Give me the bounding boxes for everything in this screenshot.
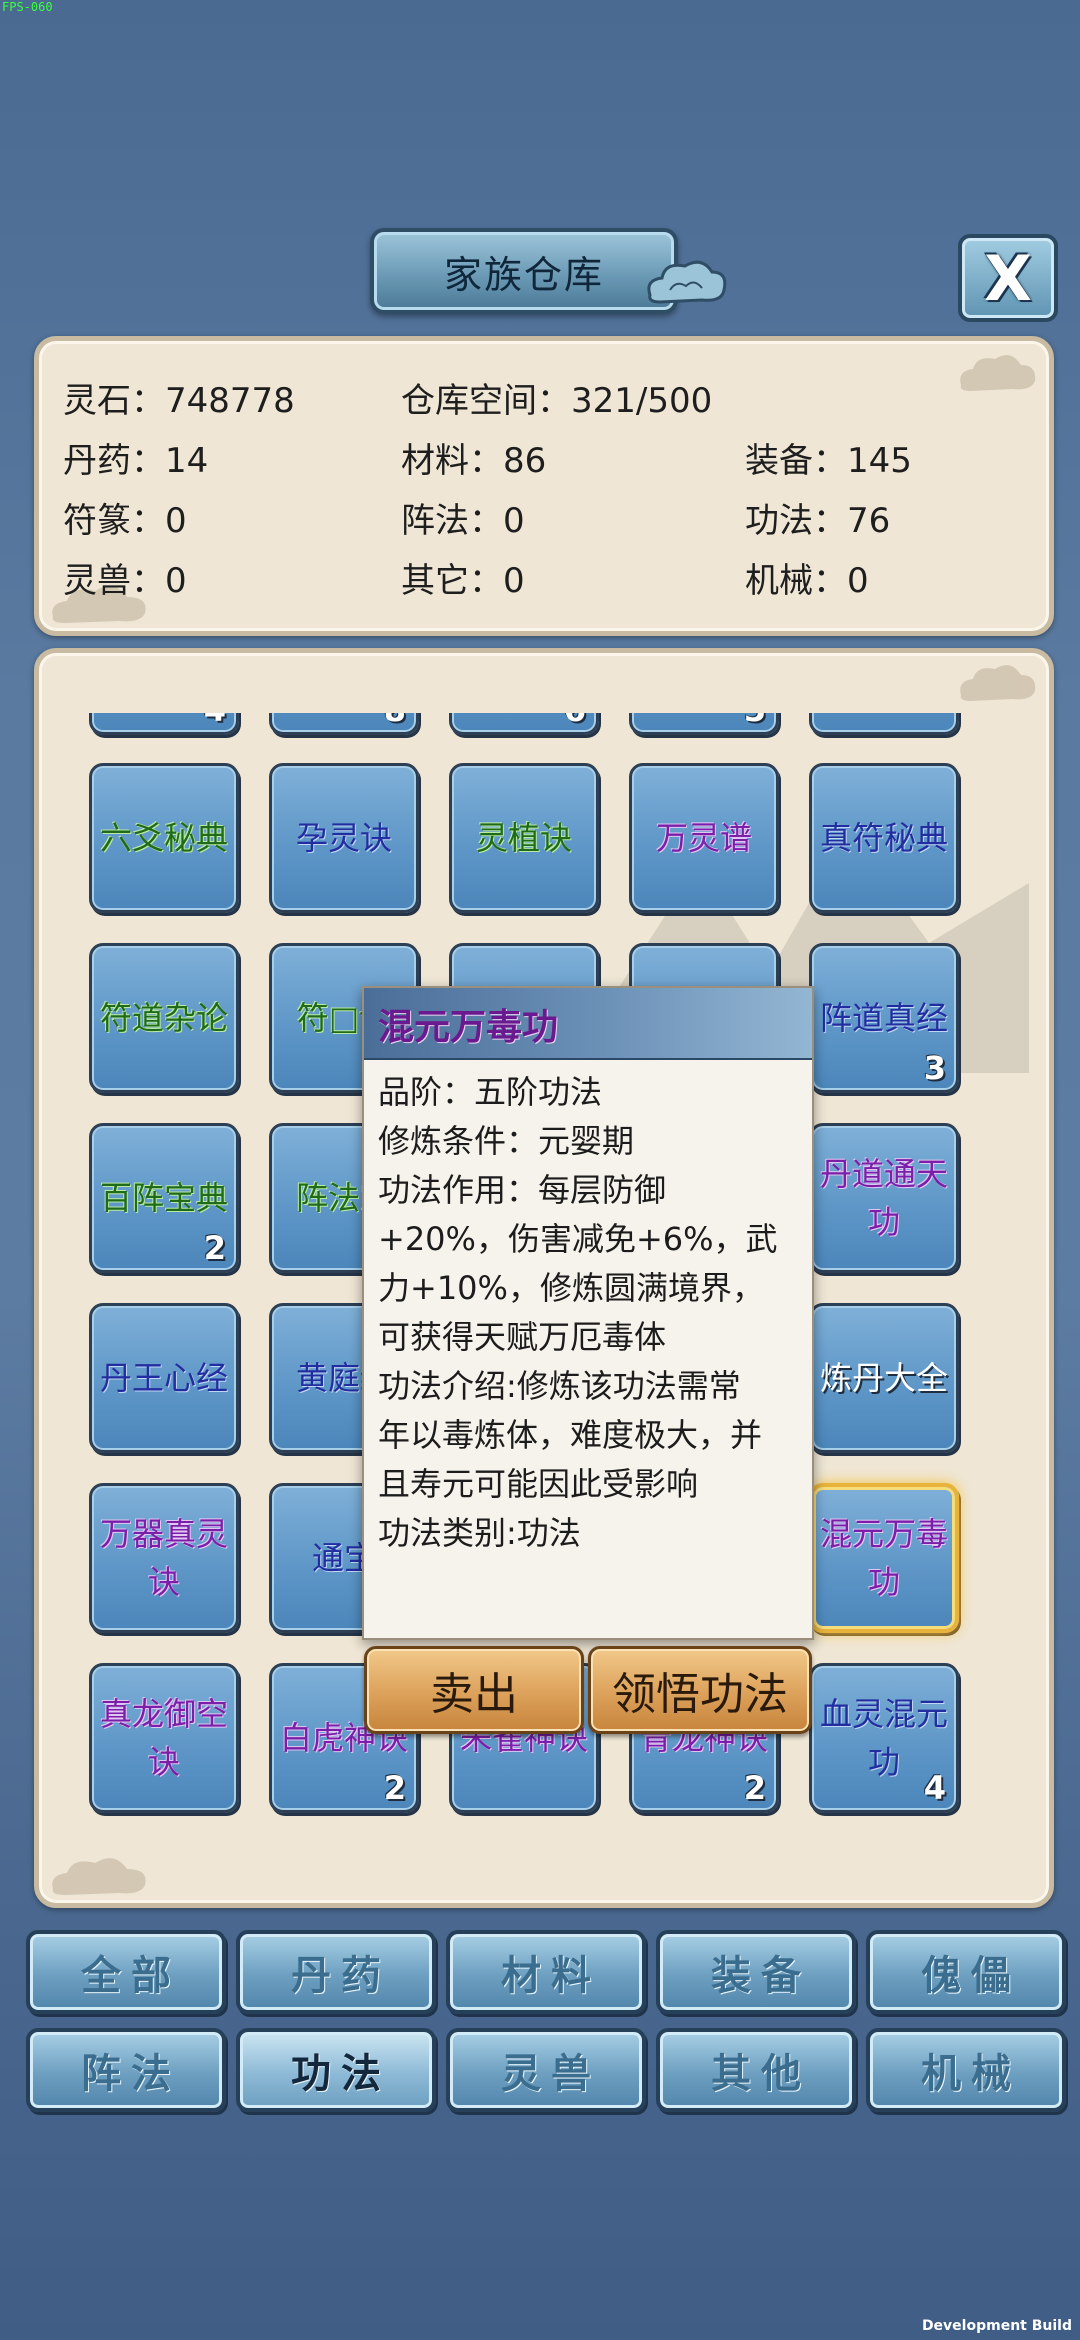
tab-row2-3[interactable]: 其他 — [656, 2028, 856, 2112]
item-slot[interactable]: 灵植诀 — [449, 763, 599, 913]
build-label: Development Build — [921, 2318, 1072, 2334]
fps-counter: FPS-060 — [2, 0, 53, 14]
tooltip-title: 混元万毒功 — [378, 1007, 559, 1048]
stat-techniques: 功法：76 — [745, 501, 891, 541]
cloud-ornament-icon — [960, 355, 1036, 391]
item-count: 6 — [564, 713, 586, 730]
cloud-ornament-icon — [647, 260, 727, 304]
tooltip-line: 年以毒炼体，难度极大，并 — [378, 1416, 763, 1454]
item-slot-partial[interactable]: 4 — [89, 713, 239, 735]
storage-stats-panel: 灵石：748778 仓库空间：321/500 丹药：14 材料：86 装备：14… — [34, 336, 1054, 636]
item-slot[interactable]: 孕灵诀 — [269, 763, 419, 913]
item-slot[interactable]: 万灵谱 — [629, 763, 779, 913]
sell-button[interactable]: 卖出 — [364, 1646, 584, 1734]
stat-storage-space: 仓库空间：321/500 — [401, 381, 713, 421]
item-count: 2 — [203, 1229, 226, 1267]
tooltip-header: 混元万毒功 — [364, 988, 812, 1060]
item-slot[interactable]: 万器真灵诀 — [89, 1483, 239, 1633]
tooltip-line: 功法类别:功法 — [378, 1514, 581, 1552]
stat-beasts: 灵兽：0 — [63, 561, 187, 601]
stat-talismans: 符篆：0 — [63, 501, 187, 541]
item-slot-partial[interactable] — [809, 713, 959, 735]
close-button[interactable]: X — [958, 234, 1058, 322]
item-slot[interactable]: 真龙御空诀 — [89, 1663, 239, 1813]
stat-materials: 材料：86 — [401, 441, 547, 481]
item-slot[interactable]: 真符秘典 — [809, 763, 959, 913]
item-slot[interactable]: 混元万毒功 — [809, 1483, 959, 1633]
item-name: 丹王心经 — [99, 1359, 228, 1397]
stat-formations: 阵法：0 — [401, 501, 525, 541]
item-slot[interactable]: 丹道通天功 — [809, 1123, 959, 1273]
tab-row1-1[interactable]: 丹药 — [236, 1930, 436, 2014]
item-name: 六爻秘典 — [99, 819, 228, 857]
tab-row2-2[interactable]: 灵兽 — [446, 2028, 646, 2112]
tooltip-description: 品阶：五阶功法 修炼条件：元婴期 功法作用：每层防御 +20%，伤害减免+6%，武 力+… — [378, 1068, 800, 1558]
item-slot[interactable]: 丹王心经 — [89, 1303, 239, 1453]
item-count: 5 — [744, 713, 766, 730]
cloud-ornament-icon — [52, 1858, 146, 1895]
item-name: 丹道通天功 — [819, 1155, 948, 1241]
tooltip-line: +20%，伤害减免+6%，武 — [378, 1220, 778, 1258]
item-count: 2 — [383, 1769, 406, 1807]
item-count: 2 — [743, 1769, 766, 1807]
item-count: 4 — [923, 1769, 946, 1807]
tooltip-line: 功法介绍:修炼该功法需常 — [378, 1367, 741, 1405]
item-count: 8 — [384, 713, 406, 730]
tooltip-line: 可获得天赋万厄毒体 — [378, 1318, 667, 1356]
item-name: 真龙御空诀 — [99, 1695, 228, 1781]
stat-machinery: 机械：0 — [745, 561, 869, 601]
item-slot[interactable]: 阵道真经 3 — [809, 943, 959, 1093]
item-tooltip: 混元万毒功 品阶：五阶功法 修炼条件：元婴期 功法作用：每层防御 +20%，伤害减免+… — [362, 986, 814, 1640]
item-slot-partial[interactable]: 6 — [449, 713, 599, 735]
item-slot-partial[interactable]: 5 — [629, 713, 779, 735]
item-count: 4 — [204, 713, 226, 730]
tooltip-line: 功法作用：每层防御 — [378, 1171, 667, 1209]
tab-row2-4[interactable]: 机械 — [866, 2028, 1066, 2112]
item-slot[interactable]: 六爻秘典 — [89, 763, 239, 913]
item-name: 炼丹大全 — [819, 1359, 948, 1397]
stat-pills: 丹药：14 — [63, 441, 209, 481]
item-slot-partial[interactable]: 8 — [269, 713, 419, 735]
page-title: 家族仓库 — [370, 228, 678, 314]
item-name: 阵道真经 — [819, 999, 948, 1037]
tab-row1-2[interactable]: 材料 — [446, 1930, 646, 2014]
tab-row1-3[interactable]: 装备 — [656, 1930, 856, 2014]
item-name: 百阵宝典 — [99, 1179, 228, 1217]
item-name: 万器真灵诀 — [99, 1515, 228, 1601]
item-name: 灵植诀 — [475, 819, 572, 857]
item-name: 孕灵诀 — [295, 819, 392, 857]
tooltip-line: 力+10%，修炼圆满境界， — [378, 1269, 764, 1307]
cloud-ornament-icon — [960, 665, 1036, 701]
tab-row2-1[interactable]: 功法 — [236, 2028, 436, 2112]
tooltip-line: 且寿元可能因此受影响 — [378, 1465, 699, 1503]
item-name: 真符秘典 — [819, 819, 948, 857]
tab-row1-0[interactable]: 全部 — [26, 1930, 226, 2014]
item-name: 符道杂论 — [99, 999, 228, 1037]
stat-spirit-stone: 灵石：748778 — [63, 381, 295, 421]
tooltip-line: 品阶：五阶功法 — [378, 1073, 603, 1111]
learn-technique-button[interactable]: 领悟功法 — [588, 1646, 812, 1734]
item-slot[interactable]: 符道杂论 — [89, 943, 239, 1093]
tab-row2-0[interactable]: 阵法 — [26, 2028, 226, 2112]
stat-others: 其它：0 — [401, 561, 525, 601]
item-slot[interactable]: 血灵混元功 4 — [809, 1663, 959, 1813]
item-slot[interactable]: 百阵宝典 2 — [89, 1123, 239, 1273]
tooltip-line: 修炼条件：元婴期 — [378, 1122, 635, 1160]
item-name: 混元万毒功 — [819, 1515, 948, 1601]
item-count: 3 — [923, 1049, 946, 1087]
tab-row1-4[interactable]: 傀儡 — [866, 1930, 1066, 2014]
stat-equipment: 装备：145 — [745, 441, 912, 481]
item-name: 万灵谱 — [655, 819, 752, 857]
item-slot[interactable]: 炼丹大全 — [809, 1303, 959, 1453]
